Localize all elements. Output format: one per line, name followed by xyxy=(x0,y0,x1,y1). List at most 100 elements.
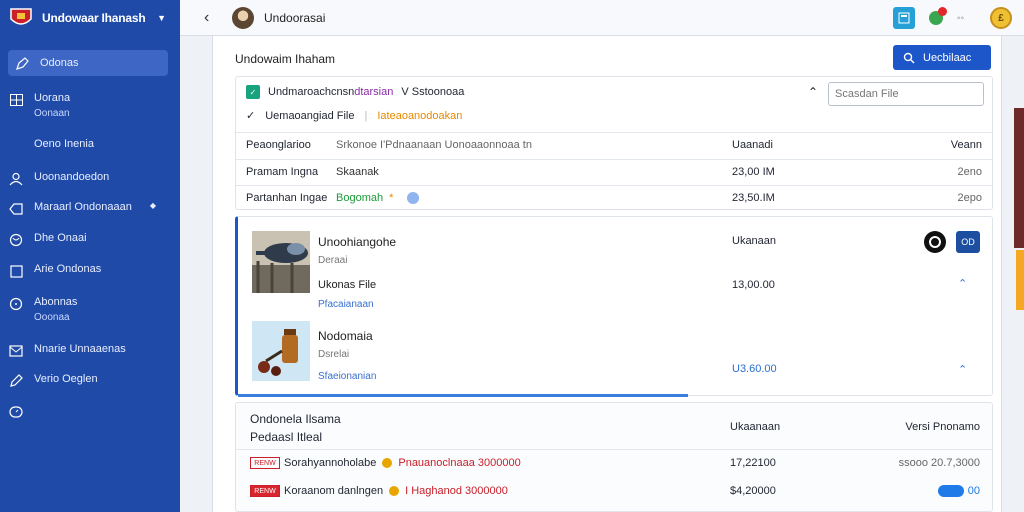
row-name: Sorahyannoholabe xyxy=(284,457,377,469)
status-dot-icon xyxy=(407,192,420,204)
table-row[interactable]: RENW Sorahyannoholabe Pnauanoclnaaa 3000… xyxy=(250,453,980,473)
square-icon xyxy=(8,263,24,279)
back-icon[interactable]: ‹ xyxy=(204,9,220,27)
files-panel: ✓ Undmaroachcnsndtarsian V Sstoonoaa ⌃ ✓… xyxy=(235,76,993,210)
panel-heading-highlight: dtarsian xyxy=(354,86,394,98)
app-title: Undowaar Ihanash xyxy=(42,11,146,25)
calculator-button[interactable] xyxy=(892,7,915,29)
sidebar-item-label: Abonnas xyxy=(34,296,78,308)
sidebar-item-oeno[interactable]: Oeno Inenia xyxy=(8,138,168,154)
chevron-down-icon[interactable]: ▼ xyxy=(157,13,166,23)
panel-title: Ondonela Ilsama xyxy=(250,412,341,426)
sidebar: Undowaar Ihanash ▼ Odonas Uorana Oonaan O… xyxy=(0,0,180,512)
sidebar-item-label: Oeno Inenia xyxy=(34,138,94,150)
filter-tag[interactable]: Iateaoanodoakan xyxy=(377,110,462,122)
coin-icon xyxy=(389,486,400,496)
table-row[interactable]: Partanhan Ingae Bogomah * 23,50.IM 2epo xyxy=(246,186,982,210)
circle-icon xyxy=(8,296,24,312)
row-name: Koraanom danlngen xyxy=(284,485,384,497)
row-value: $4,20000 xyxy=(730,485,776,497)
row-amount: Pnauanoclnaaa 3000000 xyxy=(398,457,521,469)
table-header: Peaonglarioo Srkonoe I'Pdnaanaan Uonoaao… xyxy=(246,133,982,157)
coin-icon xyxy=(382,458,393,468)
column-header: Peaonglarioo xyxy=(246,139,311,151)
table-row[interactable]: Pramam Ingna Skaanak 23,00 IM 2eno xyxy=(246,160,982,184)
notification-icon[interactable] xyxy=(928,7,947,25)
sidebar-item-gauge[interactable] xyxy=(8,404,168,420)
gauge-icon xyxy=(8,404,24,420)
row-extra: 2eno xyxy=(957,166,982,178)
search-input[interactable] xyxy=(835,88,977,100)
sidebar-item-label: Nnarie Unnaaenas xyxy=(34,343,126,355)
page-header-title: Undoorasai xyxy=(264,10,326,25)
sidebar-item-abonnas[interactable]: Abonnas Ooonaa xyxy=(8,296,168,323)
sidebar-item-odonas[interactable]: Odonas xyxy=(8,50,168,76)
column-header: Uaanadi xyxy=(732,139,773,151)
row-value: 17,22100 xyxy=(730,457,776,469)
row-value: 23,00 IM xyxy=(732,166,775,178)
item-link[interactable]: Pfacaianaan xyxy=(318,299,374,310)
file-type-icon: ✓ xyxy=(246,85,260,99)
item-subtitle: Deraai xyxy=(318,255,348,266)
sidebar-item-arie[interactable]: Arie Ondonas xyxy=(8,263,168,279)
item-name: Unoohiangohe xyxy=(318,235,397,249)
side-rail-tab[interactable] xyxy=(1016,250,1024,310)
sidebar-item-label: Uorana xyxy=(34,92,71,104)
table-row[interactable]: RENW Koraanom danlngen I Haghanod 300000… xyxy=(250,481,980,501)
row-extra: 00 xyxy=(967,485,980,497)
transactions-panel: Ondonela Ilsama Pedaasl Itleal Ukaanaan … xyxy=(235,402,993,512)
user-icon xyxy=(8,171,24,187)
pen-icon xyxy=(14,55,30,71)
action-button[interactable]: OD xyxy=(956,231,980,253)
chevron-up-icon[interactable]: ⌃ xyxy=(958,363,967,376)
panel-subtitle: Pedaasl Itleal xyxy=(250,430,323,444)
search-icon xyxy=(903,52,915,63)
row-value: 23,50.IM xyxy=(732,192,775,204)
items-panel: Unoohiangohe Deraai Ukonas File Pfacaian… xyxy=(235,216,993,397)
logo-icon xyxy=(6,6,36,30)
row-type: Bogomah xyxy=(336,192,384,204)
sidebar-item-label: Uoonandoedon xyxy=(34,171,110,183)
sidebar-item-label: Verio Oeglen xyxy=(34,373,98,385)
chevron-up-icon[interactable]: ⌃ xyxy=(808,85,818,99)
search-box[interactable] xyxy=(828,82,984,106)
item-value: U3.60.00 xyxy=(732,363,777,375)
sidebar-item-sublabel: Oonaan xyxy=(34,108,70,119)
item-thumbnail[interactable] xyxy=(252,321,310,383)
primary-button[interactable]: Uecbilaac xyxy=(893,45,991,70)
filter-label: Uemaoangiad File xyxy=(265,109,355,122)
record-button[interactable] xyxy=(924,231,946,253)
item-link[interactable]: Sfaeionanian xyxy=(318,371,376,382)
coin-icon[interactable]: £ xyxy=(990,7,1012,29)
page-title: Undowaim Ihaham xyxy=(235,52,336,66)
chevron-up-icon[interactable]: ⌃ xyxy=(958,277,967,290)
column-header: Ukaanaan xyxy=(730,421,781,433)
check-icon[interactable]: ✓ xyxy=(246,109,255,122)
row-type-extra: * xyxy=(389,192,394,204)
avatar[interactable] xyxy=(232,6,254,29)
top-bar: ‹ Undoorasai ◦◦ £ xyxy=(180,0,1024,36)
item-thumbnail[interactable] xyxy=(252,231,310,293)
item-name: Nodomaia xyxy=(318,329,373,343)
row-type: Skaanak xyxy=(336,166,379,178)
sidebar-item-maraarl[interactable]: Maraarl Ondonaaan ◆ xyxy=(8,201,168,217)
column-header: Srkonoe I'Pdnaanaan Uonoaaonnoaa tn xyxy=(336,139,532,151)
column-header: Versi Pnonamo xyxy=(905,421,980,433)
sidebar-item-dhe[interactable]: Dhe Onaai xyxy=(8,232,168,248)
mail-icon xyxy=(8,343,24,359)
sidebar-header[interactable]: Undowaar Ihanash ▼ xyxy=(0,0,180,36)
column-header: Veann xyxy=(950,139,982,151)
globe-icon xyxy=(8,232,24,248)
sidebar-item-nnarie[interactable]: Nnarie Unnaaenas xyxy=(8,343,168,359)
sidebar-item-uorana[interactable]: Uorana Oonaan xyxy=(8,92,168,119)
panel-heading-extra: V Sstoonoaa xyxy=(401,86,465,98)
toggle-switch[interactable] xyxy=(937,485,964,497)
row-name: Partanhan Ingae xyxy=(246,192,328,204)
item-value-label: Ukanaan xyxy=(732,235,777,247)
row-name: Pramam Ingna xyxy=(246,166,319,178)
more-icon[interactable]: ◦◦ xyxy=(957,13,964,24)
sidebar-item-uoonandoedon[interactable]: Uoonandoedon xyxy=(8,171,168,187)
dot-icon: ◆ xyxy=(149,201,156,210)
sidebar-item-verio[interactable]: Verio Oeglen xyxy=(8,373,168,389)
sidebar-item-sublabel: Ooonaa xyxy=(34,312,70,323)
